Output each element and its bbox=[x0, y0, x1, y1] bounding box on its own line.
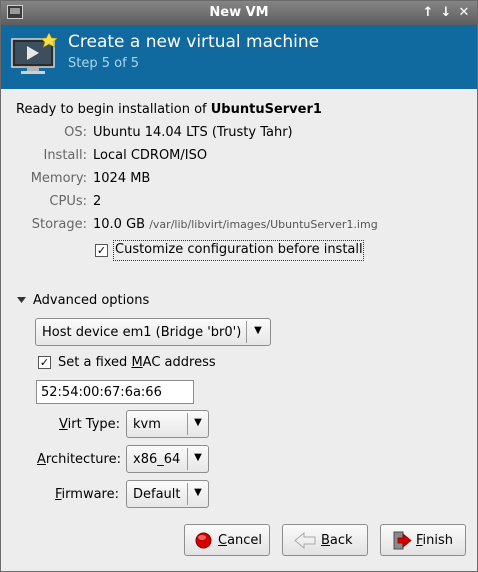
finish-label: Finish bbox=[416, 533, 453, 548]
vm-name: UbuntuServer1 bbox=[210, 102, 322, 117]
virt-type-label-rest: irt Type: bbox=[67, 417, 121, 432]
fixed-mac-label[interactable]: Set a fixed MAC address bbox=[58, 355, 216, 370]
back-mnemonic: B bbox=[321, 533, 330, 548]
architecture-mnemonic: A bbox=[37, 452, 46, 467]
firmware-label: Firmware: bbox=[55, 487, 119, 502]
fixed-mac-mnemonic: M bbox=[131, 355, 143, 370]
os-value: Ubuntu 14.04 LTS (Trusty Tahr) bbox=[93, 125, 293, 140]
chevron-down-icon: ▼ bbox=[194, 417, 202, 428]
virt-type-select[interactable]: kvm ▼ bbox=[126, 410, 209, 438]
virt-type-value: kvm bbox=[133, 417, 161, 432]
firmware-separator bbox=[187, 483, 188, 505]
mac-address-value: 52:54:00:67:6a:66 bbox=[41, 385, 162, 400]
wizard-title: Create a new virtual machine bbox=[68, 32, 320, 52]
storage-label: Storage: bbox=[31, 217, 87, 232]
finish-arrow-icon bbox=[393, 531, 412, 550]
cancel-icon bbox=[195, 532, 212, 549]
ready-heading: Ready to begin installation of UbuntuSer… bbox=[16, 102, 322, 117]
architecture-separator bbox=[187, 448, 188, 470]
storage-size: 10.0 GB bbox=[93, 217, 146, 232]
fixed-mac-label-start: Set a fixed bbox=[58, 355, 132, 370]
wizard-header: Create a new virtual machine Step 5 of 5 bbox=[1, 25, 477, 89]
architecture-label: Architecture: bbox=[37, 452, 121, 467]
architecture-label-rest: rchitecture: bbox=[45, 452, 121, 467]
os-label: OS: bbox=[64, 125, 87, 140]
back-arrow-icon bbox=[294, 532, 316, 549]
lower-window-button[interactable]: ↓ bbox=[438, 4, 454, 22]
wizard-step: Step 5 of 5 bbox=[68, 56, 140, 71]
cpus-value: 2 bbox=[93, 194, 102, 209]
architecture-value: x86_64 bbox=[133, 452, 181, 467]
title-bar: New VM ↑ ↓ ✕ bbox=[1, 1, 477, 25]
virt-type-label: Virt Type: bbox=[59, 417, 120, 432]
cancel-label: Cancel bbox=[218, 533, 262, 548]
virt-type-mnemonic: V bbox=[59, 417, 68, 432]
advanced-options-expander[interactable]: Advanced options bbox=[33, 293, 149, 308]
storage-value: 10.0 GB /var/lib/libvirt/images/UbuntuSe… bbox=[93, 217, 378, 232]
window-title: New VM bbox=[209, 5, 269, 20]
fixed-mac-checkbox[interactable]: ✓ bbox=[38, 356, 51, 369]
storage-path: /var/lib/libvirt/images/UbuntuServer1.im… bbox=[149, 218, 378, 231]
finish-button[interactable]: Finish bbox=[380, 524, 466, 556]
customize-label[interactable]: Customize configuration before install bbox=[115, 242, 363, 257]
mac-address-input[interactable]: 52:54:00:67:6a:66 bbox=[36, 380, 194, 404]
fixed-mac-label-end: AC address bbox=[142, 355, 216, 370]
network-select[interactable]: Host device em1 (Bridge 'br0') ▼ bbox=[35, 318, 271, 346]
network-select-value: Host device em1 (Bridge 'br0') bbox=[42, 325, 242, 340]
close-window-button[interactable]: ✕ bbox=[456, 4, 472, 22]
architecture-select[interactable]: x86_64 ▼ bbox=[126, 445, 209, 473]
memory-value: 1024 MB bbox=[93, 171, 151, 186]
cancel-label-rest: ancel bbox=[227, 533, 263, 548]
new-vm-monitor-icon bbox=[11, 33, 57, 74]
back-button[interactable]: Back bbox=[282, 524, 368, 556]
raise-window-button[interactable]: ↑ bbox=[420, 4, 436, 22]
chevron-down-icon: ▼ bbox=[194, 452, 202, 463]
install-value: Local CDROM/ISO bbox=[93, 148, 208, 163]
chevron-down-icon: ▼ bbox=[254, 325, 262, 336]
cancel-mnemonic: C bbox=[218, 533, 228, 548]
chevron-down-icon: ▼ bbox=[194, 487, 202, 498]
finish-label-rest: inish bbox=[422, 533, 454, 548]
back-label-rest: ack bbox=[329, 533, 353, 548]
back-label: Back bbox=[321, 533, 353, 548]
memory-label: Memory: bbox=[30, 171, 87, 186]
virt-type-separator bbox=[187, 413, 188, 435]
firmware-select[interactable]: Default ▼ bbox=[126, 480, 209, 508]
customize-checkbox[interactable]: ✓ bbox=[95, 244, 108, 257]
expander-arrow-icon[interactable] bbox=[17, 297, 26, 304]
firmware-label-rest: irmware: bbox=[61, 487, 119, 502]
install-label: Install: bbox=[43, 148, 87, 163]
ready-prefix-text: Ready to begin installation of bbox=[16, 102, 211, 117]
firmware-value: Default bbox=[133, 487, 181, 502]
cancel-button[interactable]: Cancel bbox=[184, 524, 270, 556]
network-select-separator bbox=[246, 321, 247, 343]
cpus-label: CPUs: bbox=[49, 194, 87, 209]
new-vm-dialog: New VM ↑ ↓ ✕ Create a new virtual machin… bbox=[0, 0, 478, 572]
